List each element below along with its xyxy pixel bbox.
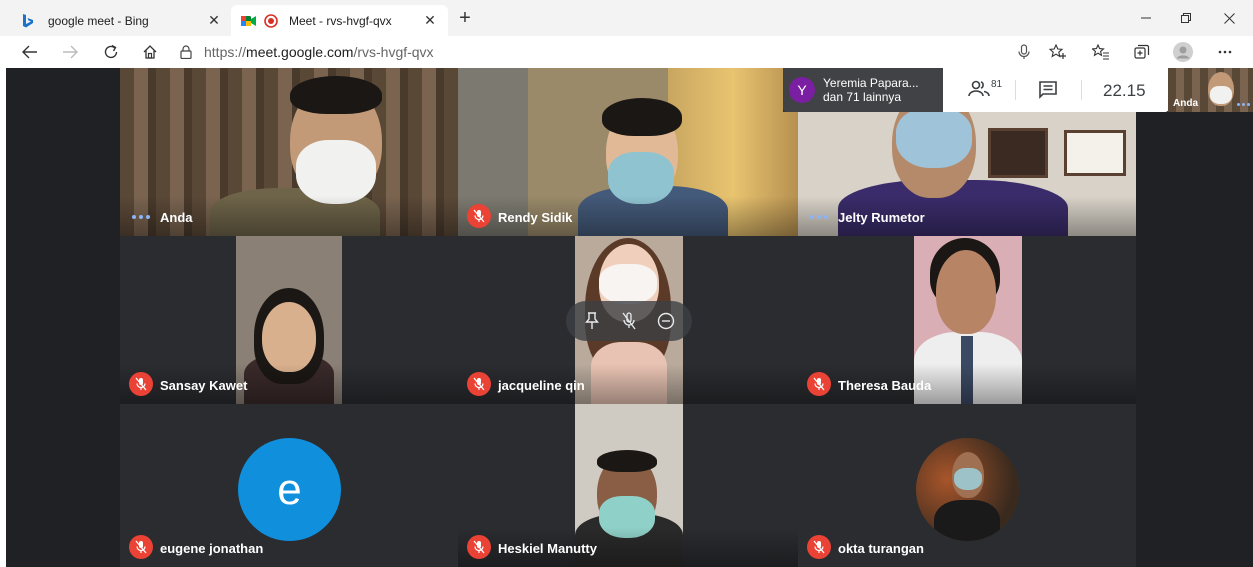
person-hair: [290, 76, 382, 114]
close-tab-icon[interactable]: ✕: [422, 12, 438, 29]
face-mask: [1210, 86, 1232, 104]
participant-count: 81: [991, 79, 1003, 90]
participant-name: eugene jonathan: [160, 541, 264, 556]
meeting-info-bar: Y Yeremia Papara... dan 71 lainnya 81 22…: [783, 68, 1169, 112]
url-host: meet.google.com: [246, 44, 354, 60]
url-protocol: https://: [204, 44, 247, 60]
people-icon: [968, 79, 990, 102]
presenter-avatar: Y: [789, 77, 815, 103]
participant-tile[interactable]: Anda: [120, 68, 458, 236]
person-head: [262, 302, 316, 372]
participant-tile[interactable]: Rendy Sidik: [458, 68, 798, 236]
participant-name: Jelty Rumetor: [838, 210, 925, 225]
lock-icon[interactable]: [178, 44, 194, 60]
face-mask: [599, 264, 657, 304]
tab-meet[interactable]: Meet - rvs-hvgf-qvx ✕: [231, 5, 448, 36]
remove-participant-icon[interactable]: [653, 308, 679, 334]
person-head: [936, 250, 996, 334]
face-mask: [296, 140, 376, 204]
chat-icon[interactable]: [1038, 80, 1058, 105]
wall-frame: [1064, 130, 1126, 176]
presenter-others: dan 71 lainnya: [823, 90, 902, 104]
microphone-permission-icon[interactable]: [1013, 41, 1035, 63]
presenter-chip[interactable]: Y Yeremia Papara... dan 71 lainnya: [783, 68, 943, 112]
wall-frame: [988, 128, 1048, 178]
participant-name: jacqueline qin: [498, 378, 585, 393]
restore-icon[interactable]: [1166, 6, 1206, 30]
participant-tile[interactable]: okta turangan: [798, 404, 1136, 567]
reload-icon[interactable]: [99, 40, 123, 64]
mic-muted-icon: [807, 535, 831, 559]
participant-tile[interactable]: Theresa Bauda: [798, 236, 1136, 404]
close-window-icon[interactable]: [1209, 6, 1249, 30]
participant-name: Theresa Bauda: [838, 378, 932, 393]
address-bar: https://meet.google.com/rvs-hvgf-qvx: [0, 36, 1253, 68]
meet-stage: Anda Rendy Sidik Jelty Rumetor Sansay Ka…: [0, 68, 1253, 567]
mute-participant-icon[interactable]: [616, 308, 642, 334]
participant-name: okta turangan: [838, 541, 924, 556]
mic-muted-icon: [467, 372, 491, 396]
add-favorite-icon[interactable]: [1047, 41, 1069, 63]
tab-title: google meet - Bing: [48, 13, 149, 28]
mic-muted-icon: [129, 535, 153, 559]
browser-tab-bar: google meet - Bing ✕ Meet - rvs-hvgf-qvx…: [0, 0, 1253, 36]
presenter-name: Yeremia Papara...: [823, 76, 919, 90]
mic-muted-icon: [129, 372, 153, 396]
tab-title: Meet - rvs-hvgf-qvx: [289, 13, 392, 28]
back-icon[interactable]: [18, 40, 42, 64]
url-field[interactable]: https://meet.google.com/rvs-hvgf-qvx: [178, 39, 1038, 65]
window-edge: [0, 68, 6, 567]
mic-muted-icon: [467, 204, 491, 228]
participant-tile[interactable]: e eugene jonathan: [120, 404, 458, 567]
speaking-indicator-icon: [810, 215, 828, 219]
divider: [1081, 80, 1082, 100]
more-menu-icon[interactable]: [1214, 41, 1236, 63]
minimize-icon[interactable]: [1126, 6, 1166, 30]
collections-icon[interactable]: [1131, 41, 1153, 63]
mic-muted-icon: [807, 372, 831, 396]
face-mask: [954, 468, 982, 490]
participant-tile[interactable]: Heskiel Manutty: [458, 404, 798, 567]
tab-bing[interactable]: google meet - Bing ✕: [10, 5, 232, 36]
participant-tile[interactable]: Sansay Kawet: [120, 236, 458, 404]
self-view-label: Anda: [1173, 98, 1198, 109]
pin-icon[interactable]: [579, 308, 605, 334]
speaking-indicator-icon: [1237, 103, 1250, 106]
bing-icon: [20, 13, 36, 29]
participant-name: Heskiel Manutty: [498, 541, 597, 556]
close-tab-icon[interactable]: ✕: [206, 12, 222, 29]
divider: [1015, 80, 1016, 100]
mic-muted-icon: [467, 535, 491, 559]
tile-hover-controls: [566, 301, 692, 341]
profile-avatar[interactable]: [1172, 41, 1194, 63]
person-hair: [602, 98, 682, 136]
avatar: [916, 438, 1019, 541]
avatar: e: [238, 438, 341, 541]
participant-name: Sansay Kawet: [160, 378, 248, 393]
participant-name: Rendy Sidik: [498, 210, 573, 225]
meeting-clock: 22.15: [1103, 81, 1146, 100]
new-tab-icon[interactable]: +: [456, 8, 474, 28]
recording-icon: [263, 13, 279, 29]
speaking-indicator-icon: [132, 215, 150, 219]
favorites-icon[interactable]: [1090, 41, 1112, 63]
participant-name: Anda: [160, 210, 193, 225]
url-path: /rvs-hvgf-qvx: [353, 44, 434, 60]
forward-icon[interactable]: [58, 40, 82, 64]
self-view-tile[interactable]: Anda: [1168, 68, 1253, 112]
face-mask: [896, 108, 972, 168]
meet-icon: [241, 13, 257, 29]
home-icon[interactable]: [138, 40, 162, 64]
participants-button[interactable]: 81: [968, 79, 1002, 102]
